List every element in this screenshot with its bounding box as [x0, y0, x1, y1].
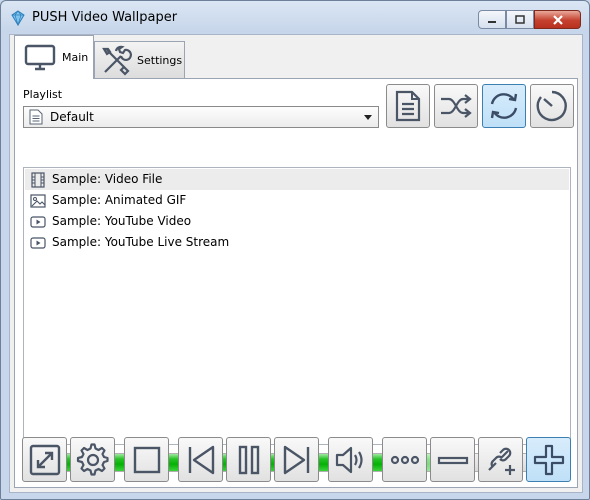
document-icon — [29, 109, 43, 125]
tab-settings[interactable]: Settings — [94, 41, 185, 79]
client-area: Main Settings Playlist Default Sample: V… — [9, 34, 583, 493]
main-panel: Playlist Default Sample: Video File Samp… — [14, 78, 578, 488]
list-item[interactable]: Sample: Video File — [25, 169, 569, 190]
add-button[interactable] — [526, 437, 571, 482]
stop-button[interactable] — [124, 437, 169, 482]
app-window: PUSH Video Wallpaper Main Settings Playl… — [0, 0, 590, 500]
volume-icon — [335, 446, 363, 473]
title-bar[interactable]: PUSH Video Wallpaper — [1, 1, 589, 35]
gear-icon — [76, 442, 109, 476]
timer-button[interactable] — [530, 84, 574, 128]
playlist-selected-value: Default — [50, 110, 94, 124]
settings-button[interactable] — [70, 437, 115, 482]
playlist-document-icon — [395, 90, 421, 122]
maximize-icon — [515, 15, 525, 24]
minimize-icon — [488, 20, 496, 23]
remove-item-button[interactable] — [430, 437, 475, 482]
playlist-editor-button[interactable] — [386, 84, 430, 128]
tab-settings-label: Settings — [137, 54, 183, 67]
add-url-icon — [487, 447, 515, 475]
fullscreen-icon — [29, 444, 60, 475]
tab-main-label: Main — [62, 51, 89, 64]
youtube-icon — [30, 237, 46, 249]
maximize-button[interactable] — [506, 10, 534, 29]
playlist-label: Playlist — [23, 88, 63, 101]
timer-icon — [536, 90, 567, 122]
playlist-select[interactable]: Default — [23, 106, 379, 128]
list-item[interactable]: Sample: YouTube Live Stream — [25, 232, 569, 253]
chevron-down-icon — [364, 115, 372, 120]
list-item-label: Sample: Animated GIF — [52, 193, 187, 207]
window-title: PUSH Video Wallpaper — [32, 10, 178, 25]
monitor-icon — [24, 44, 56, 70]
more-button[interactable] — [382, 437, 427, 482]
film-icon — [31, 172, 45, 188]
youtube-icon — [30, 216, 46, 228]
list-item-label: Sample: YouTube Video — [52, 214, 192, 228]
previous-icon — [188, 445, 214, 474]
previous-button[interactable] — [178, 437, 223, 482]
pause-button[interactable] — [226, 437, 271, 482]
tab-main[interactable]: Main — [14, 35, 94, 79]
playlist-items: Sample: Video File Sample: Animated GIF — [23, 167, 571, 445]
close-icon — [552, 14, 563, 25]
list-item-label: Sample: YouTube Live Stream — [52, 235, 230, 249]
list-item-label: Sample: Video File — [52, 172, 163, 186]
more-icon — [390, 455, 419, 464]
image-icon — [30, 194, 46, 208]
volume-button[interactable] — [328, 437, 373, 482]
window-controls — [478, 10, 581, 29]
close-button[interactable] — [534, 10, 581, 29]
app-logo-icon — [11, 10, 25, 26]
pause-icon — [238, 445, 259, 474]
tools-icon — [102, 45, 132, 76]
repeat-icon — [490, 93, 518, 119]
list-item[interactable]: Sample: YouTube Video — [25, 211, 569, 232]
add-icon — [533, 444, 564, 475]
list-item[interactable]: Sample: Animated GIF — [25, 190, 569, 211]
minimize-button[interactable] — [478, 10, 506, 29]
stop-icon — [133, 446, 160, 473]
add-url-button[interactable] — [478, 437, 523, 482]
next-icon — [283, 445, 309, 474]
remove-icon — [437, 456, 468, 464]
next-button[interactable] — [274, 437, 319, 482]
repeat-button[interactable] — [482, 84, 526, 128]
shuffle-button[interactable] — [434, 84, 478, 128]
fullscreen-button[interactable] — [22, 437, 67, 482]
shuffle-icon — [441, 94, 472, 118]
